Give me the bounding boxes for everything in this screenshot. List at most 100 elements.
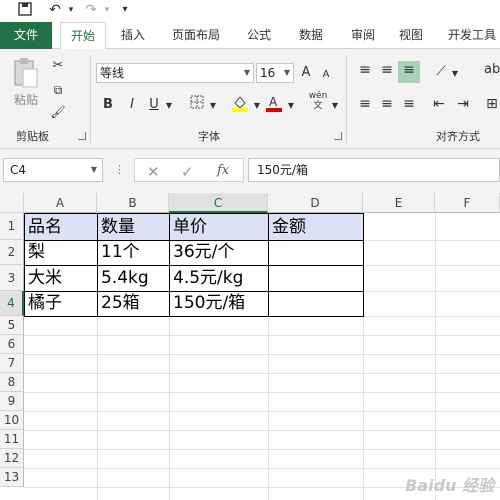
align-middle-icon[interactable]: ≡ — [378, 61, 396, 79]
row-header[interactable]: 6 — [0, 335, 24, 354]
tab-insert[interactable]: 插入 — [110, 22, 156, 49]
alignment-group-label: 对齐方式 — [436, 130, 480, 143]
row-header[interactable]: 2 — [0, 240, 24, 265]
chevron-down-icon[interactable]: ▼ — [252, 97, 262, 115]
undo-dropdown-icon[interactable]: ▾ — [62, 2, 80, 18]
gridline — [24, 430, 500, 431]
gridline — [363, 240, 500, 241]
name-box-value: C4 — [10, 163, 27, 177]
copy-icon[interactable]: ⧉ — [48, 81, 68, 99]
orientation-icon[interactable]: ⟋ — [432, 63, 450, 81]
font-color-icon[interactable]: A — [264, 94, 284, 118]
phonetic-guide-label: wén — [308, 91, 328, 101]
name-box[interactable]: C4 ▼ — [3, 158, 103, 182]
formula-bar: C4 ▼ ⋮ ✕ ✓ fx 150元/箱 — [0, 149, 500, 193]
tab-review[interactable]: 审阅 — [342, 22, 384, 49]
row-header[interactable]: 13 — [0, 468, 24, 487]
row-header[interactable]: 8 — [0, 373, 24, 392]
paste-button[interactable]: 粘贴 — [10, 91, 42, 109]
table-border — [24, 240, 364, 241]
customize-qat-icon[interactable]: ▾ — [116, 2, 134, 18]
formula-input[interactable]: 150元/箱 — [248, 158, 500, 182]
column-header-e[interactable]: E — [363, 193, 435, 213]
worksheet-grid: A B C D E F 1 2 3 4 5 6 7 8 9 10 11 12 1… — [0, 193, 500, 500]
merge-center-icon[interactable]: ⊞ — [484, 95, 500, 113]
svg-text:A: A — [269, 95, 278, 109]
font-launcher-icon[interactable] — [334, 132, 342, 140]
increase-font-icon[interactable]: A — [298, 64, 314, 82]
save-icon[interactable] — [16, 2, 34, 18]
tab-formulas[interactable]: 公式 — [238, 22, 280, 49]
clipboard-launcher-icon[interactable] — [78, 132, 86, 140]
gridline — [24, 411, 500, 412]
font-name-combo[interactable]: 等线 ▼ — [96, 63, 254, 83]
chevron-down-icon: ▼ — [90, 165, 97, 174]
chevron-down-icon[interactable]: ▼ — [450, 65, 460, 83]
row-header[interactable]: 5 — [0, 316, 24, 335]
align-left-icon[interactable]: ≡ — [356, 95, 374, 113]
decrease-indent-icon[interactable]: ⇤ — [430, 95, 448, 113]
wrap-text-icon[interactable]: ab — [484, 61, 500, 79]
tab-view[interactable]: 视图 — [390, 22, 432, 49]
chevron-down-icon[interactable]: ▼ — [164, 97, 174, 115]
tab-developer[interactable]: 开发工具 — [444, 22, 500, 49]
gridline — [24, 354, 500, 355]
bold-button[interactable]: B — [100, 96, 116, 114]
column-header-a[interactable]: A — [24, 193, 97, 213]
borders-icon[interactable] — [188, 95, 206, 115]
underline-button[interactable]: U — [146, 96, 162, 114]
tab-data[interactable]: 数据 — [290, 22, 332, 49]
align-top-icon[interactable]: ≡ — [356, 61, 374, 79]
tab-file[interactable]: 文件 — [0, 22, 52, 49]
font-name-value: 等线 — [100, 66, 125, 80]
row-header[interactable]: 1 — [0, 213, 24, 240]
row-header[interactable]: 11 — [0, 430, 24, 449]
align-right-icon[interactable]: ≡ — [400, 95, 418, 113]
gridline — [24, 468, 500, 469]
column-header-c[interactable]: C — [169, 193, 268, 213]
font-group-label: 字体 — [198, 130, 220, 143]
clipboard-group-label: 剪贴板 — [16, 130, 49, 143]
table-border — [24, 291, 364, 292]
insert-function-icon[interactable]: fx — [217, 163, 229, 178]
ribbon-tab-bar: 文件 开始 插入 页面布局 公式 数据 审阅 视图 开发工具 — [0, 22, 500, 50]
decrease-font-icon[interactable]: A — [318, 66, 334, 84]
group-divider — [346, 55, 347, 143]
row-header[interactable]: 10 — [0, 411, 24, 430]
chevron-down-icon[interactable]: ▼ — [286, 97, 296, 115]
fill-color-icon[interactable] — [230, 94, 250, 118]
cancel-icon[interactable]: ✕ — [147, 163, 160, 181]
row-header[interactable]: 3 — [0, 265, 24, 291]
tab-page-layout[interactable]: 页面布局 — [166, 22, 226, 49]
table-border — [24, 265, 364, 266]
more-options-icon[interactable]: ⋮ — [114, 161, 125, 179]
watermark: Baidu 经验 — [405, 476, 494, 495]
font-size-combo[interactable]: 16 ▼ — [256, 63, 294, 83]
column-header-b[interactable]: B — [97, 193, 169, 213]
enter-icon[interactable]: ✓ — [181, 163, 194, 181]
row-header[interactable]: 4 — [0, 291, 24, 316]
phonetic-guide-icon[interactable]: wén 文 — [306, 91, 330, 111]
italic-button[interactable]: I — [124, 96, 140, 114]
select-all-corner[interactable] — [0, 193, 24, 213]
redo-dropdown-icon[interactable]: ▾ — [98, 2, 116, 18]
chevron-down-icon: ▼ — [283, 68, 290, 77]
chevron-down-icon[interactable]: ▼ — [208, 97, 218, 115]
gridline — [24, 373, 500, 374]
row-header[interactable]: 9 — [0, 392, 24, 411]
align-bottom-icon[interactable]: ≡ — [398, 61, 420, 83]
quick-access-toolbar: ↶ ▾ ↷ ▾ ▾ — [0, 0, 500, 22]
paste-icon[interactable] — [10, 57, 40, 91]
align-center-icon[interactable]: ≡ — [378, 95, 396, 113]
gridline — [363, 316, 500, 317]
row-header[interactable]: 12 — [0, 449, 24, 468]
column-header-d[interactable]: D — [268, 193, 363, 213]
chevron-down-icon[interactable]: ▼ — [330, 97, 340, 115]
format-painter-icon[interactable]: 🖌 — [48, 103, 68, 121]
cut-icon[interactable]: ✂ — [48, 57, 68, 75]
column-header-f[interactable]: F — [435, 193, 500, 213]
increase-indent-icon[interactable]: ⇥ — [454, 95, 472, 113]
tab-home[interactable]: 开始 — [60, 22, 106, 50]
gridline — [24, 392, 500, 393]
row-header[interactable]: 7 — [0, 354, 24, 373]
